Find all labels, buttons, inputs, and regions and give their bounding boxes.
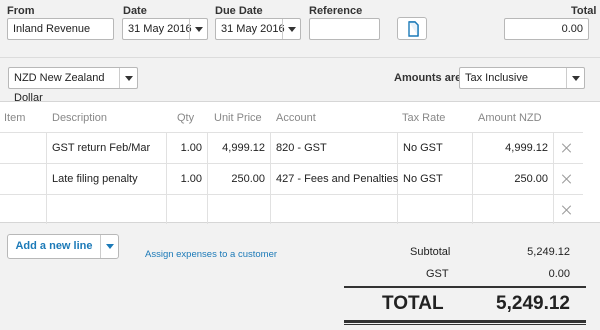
chevron-down-icon[interactable] (119, 68, 137, 88)
chevron-down-icon[interactable] (282, 19, 300, 39)
date-field[interactable]: 31 May 2016 (122, 18, 208, 40)
chevron-down-icon[interactable] (566, 68, 584, 88)
due-date-label: Due Date (215, 5, 263, 17)
from-field[interactable]: Inland Revenue (7, 18, 114, 40)
total-field[interactable]: 0.00 (504, 18, 589, 40)
totals-double-divider (344, 324, 586, 325)
col-header-account: Account (276, 112, 316, 124)
subtotal-value: 5,249.12 (527, 246, 570, 258)
cell-amount[interactable]: 4,999.12 (472, 142, 548, 154)
cell-tax-rate[interactable]: No GST (403, 173, 443, 185)
col-divider (270, 132, 271, 224)
chevron-down-icon[interactable] (189, 19, 207, 39)
attach-file-button[interactable] (397, 17, 427, 40)
delete-row-icon[interactable] (562, 205, 572, 215)
divider (0, 57, 600, 58)
cell-tax-rate[interactable]: No GST (403, 142, 443, 154)
amounts-are-value: Tax Inclusive (465, 72, 528, 84)
cell-unit-price[interactable]: 250.00 (207, 173, 265, 185)
due-date-field[interactable]: 31 May 2016 (215, 18, 301, 40)
add-line-split-button: Add a new line (7, 234, 119, 259)
row-divider (0, 163, 583, 164)
col-header-amount: Amount NZD (478, 112, 542, 124)
col-header-unit-price: Unit Price (214, 112, 262, 124)
add-line-dropdown-button[interactable] (100, 235, 119, 258)
gst-value: 0.00 (548, 268, 570, 280)
col-header-qty: Qty (177, 112, 195, 124)
total-label-bottom: TOTAL (382, 293, 444, 314)
delete-row-icon[interactable] (562, 174, 572, 184)
col-header-tax-rate: Tax Rate (402, 112, 446, 124)
date-value: 31 May 2016 (128, 23, 192, 35)
col-header-item: Item (4, 112, 26, 124)
from-label: From (7, 5, 35, 17)
totals-double-divider (344, 320, 586, 323)
subtotal-label: Subtotal (410, 246, 451, 258)
cell-account[interactable]: 427 - Fees and Penalties (276, 173, 398, 185)
totals-divider (344, 286, 586, 288)
cell-description[interactable]: Late filing penalty (52, 173, 138, 185)
date-label: Date (123, 5, 147, 17)
cell-amount[interactable]: 250.00 (472, 173, 548, 185)
line-items-table: Item Description Qty Unit Price Account … (0, 101, 600, 224)
add-new-line-button[interactable]: Add a new line (8, 235, 100, 258)
col-divider (46, 132, 47, 224)
chevron-down-icon (106, 244, 114, 249)
reference-label: Reference (309, 5, 363, 17)
delete-row-icon[interactable] (562, 143, 572, 153)
due-date-value: 31 May 2016 (221, 23, 285, 35)
cell-account[interactable]: 820 - GST (276, 142, 327, 154)
row-divider (0, 132, 583, 133)
cell-description[interactable]: GST return Feb/Mar (52, 142, 150, 154)
amounts-are-select[interactable]: Tax Inclusive (459, 67, 585, 89)
row-divider (0, 194, 583, 195)
total-label: Total (571, 5, 597, 17)
gst-label: GST (426, 268, 449, 280)
col-header-description: Description (52, 112, 108, 124)
cell-qty[interactable]: 1.00 (166, 142, 202, 154)
file-icon (408, 21, 419, 37)
assign-expenses-link[interactable]: Assign expenses to a customer (145, 249, 277, 260)
amounts-are-label: Amounts are (394, 72, 462, 84)
col-divider (553, 132, 554, 224)
currency-select[interactable]: NZD New Zealand Dollar (8, 67, 138, 104)
total-value-bottom: 5,249.12 (496, 293, 570, 314)
cell-unit-price[interactable]: 4,999.12 (207, 142, 265, 154)
currency-value: NZD New Zealand Dollar (14, 72, 105, 104)
reference-field[interactable] (309, 18, 380, 40)
cell-qty[interactable]: 1.00 (166, 173, 202, 185)
